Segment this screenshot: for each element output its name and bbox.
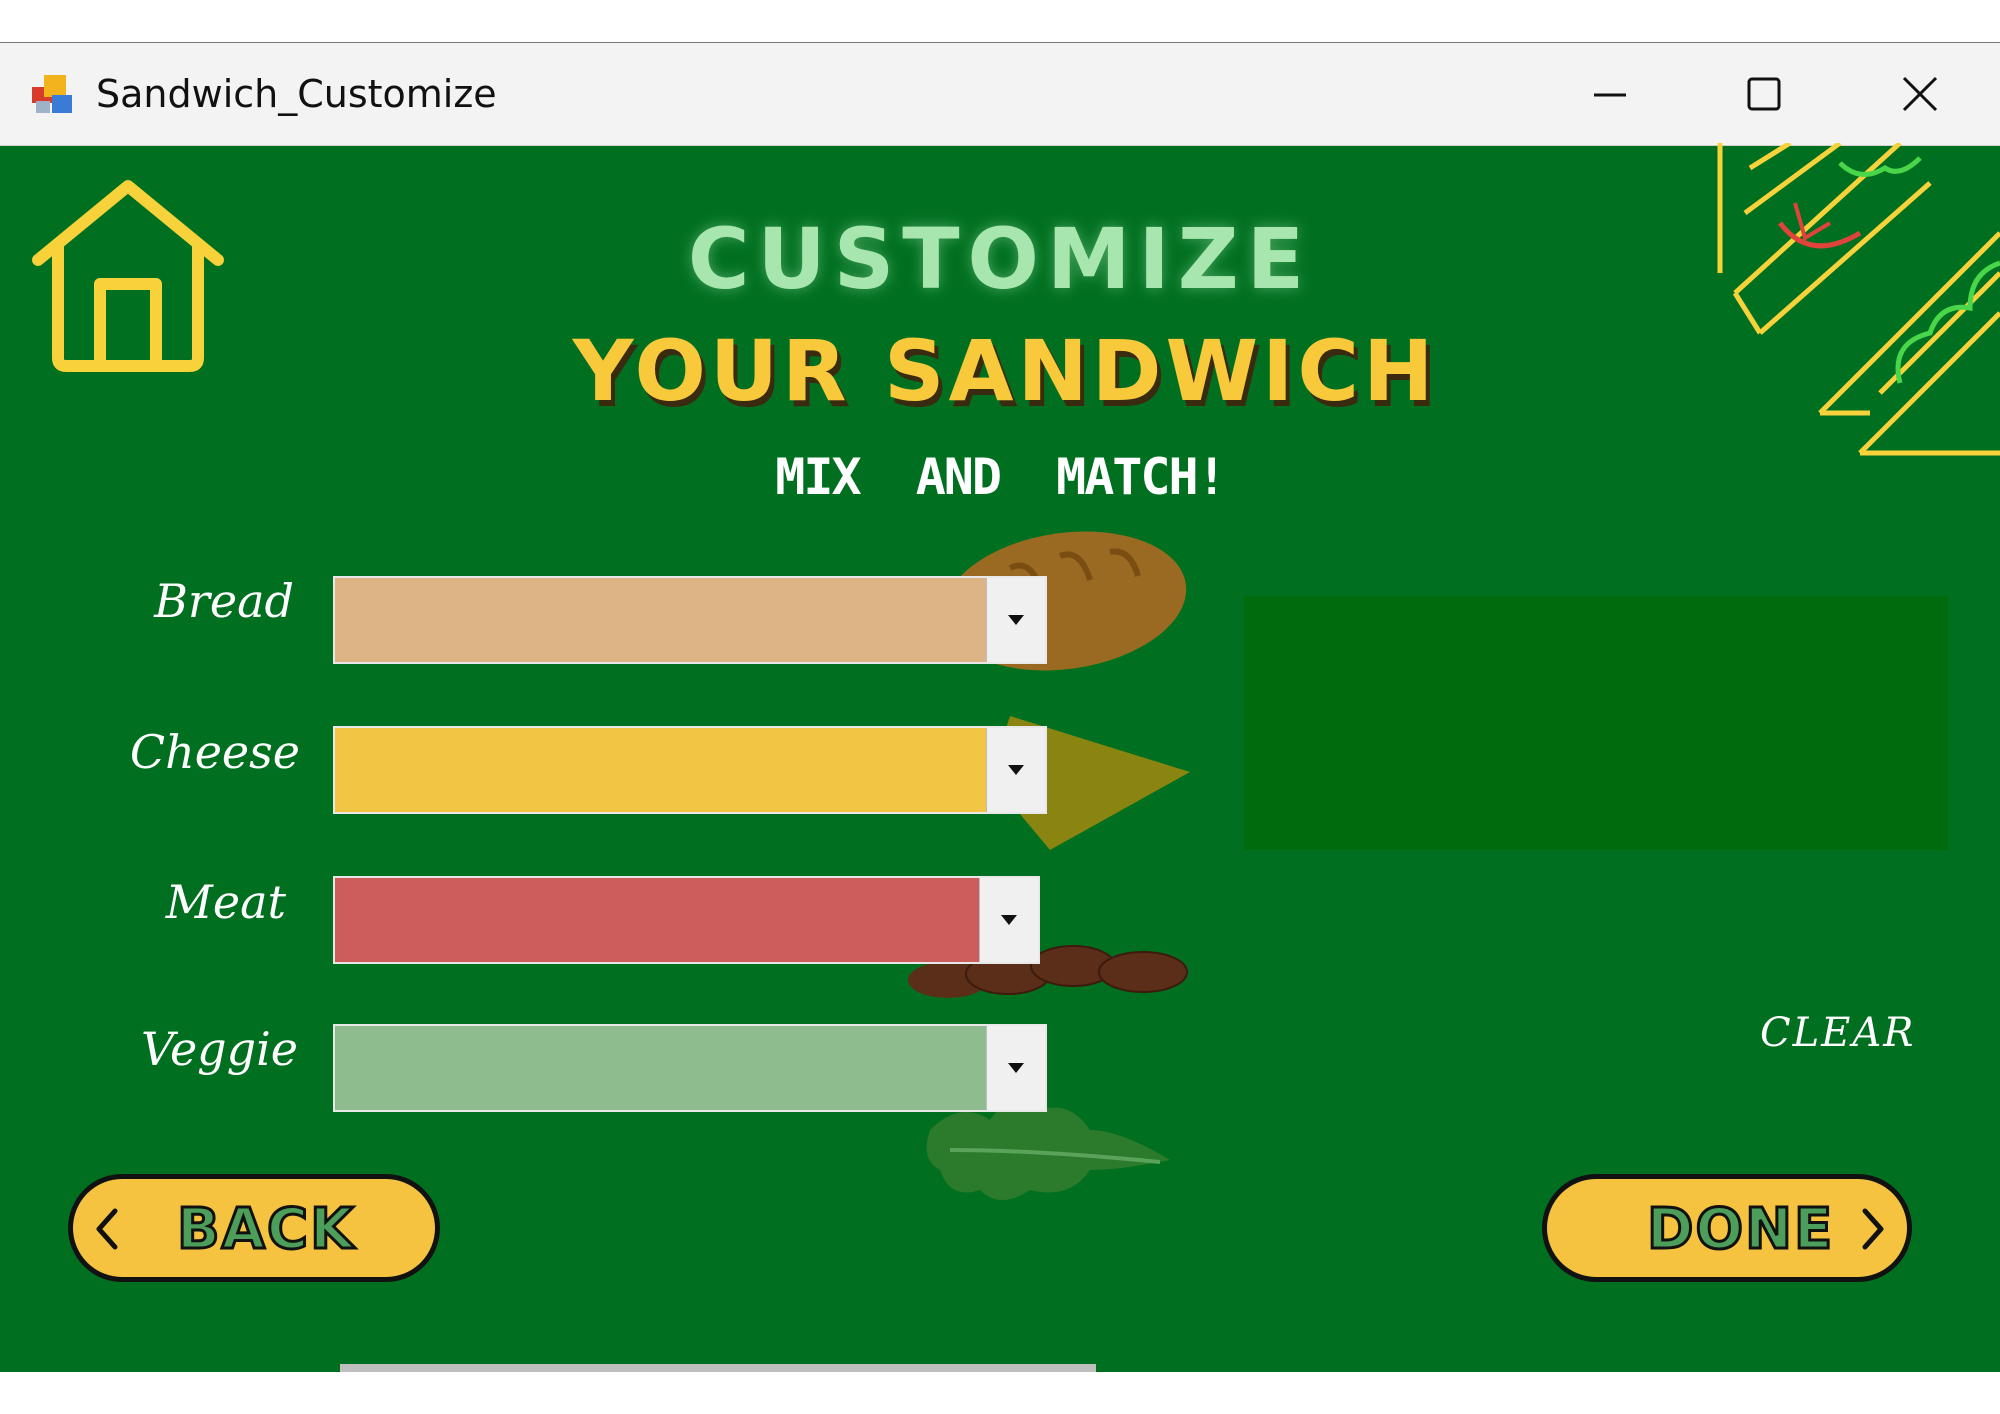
maximize-button[interactable] [1714,65,1814,125]
chevron-down-icon [1008,765,1024,775]
app-icon [32,75,72,113]
meat-dropdown[interactable] [333,876,1040,964]
maximize-icon [1747,77,1781,111]
back-button-label: BACK [176,1196,356,1264]
heading-customize: CUSTOMIZE [687,210,1313,308]
done-button-label: DONE [1645,1196,1835,1264]
heading-mix-and-match: MIX AND MATCH! [775,448,1226,506]
back-button[interactable]: BACK [68,1174,440,1282]
done-button[interactable]: DONE [1542,1174,1912,1282]
minimize-button[interactable] [1560,65,1660,125]
cheese-dropdown[interactable] [333,726,1047,814]
close-button[interactable] [1870,65,1970,125]
close-icon [1902,76,1938,112]
sandwich-lineart-decoration [1717,143,2000,456]
cheese-dropdown-arrow[interactable] [986,728,1045,812]
window-title: Sandwich_Customize [96,72,497,116]
title-bar: Sandwich_Customize [0,43,2000,146]
clear-button[interactable]: CLEAR [1760,1010,1915,1056]
bread-dropdown-arrow[interactable] [986,578,1045,662]
horizontal-scrollbar[interactable] [340,1364,1096,1372]
heading-your-sandwich: YOUR SANDWICH [572,322,1438,420]
chevron-down-icon [1001,915,1017,925]
cheese-label: Cheese [129,725,300,779]
veggie-dropdown-arrow[interactable] [986,1026,1045,1110]
bread-dropdown[interactable] [333,576,1047,664]
sandwich-preview-box [1244,596,1948,850]
veggie-label: Veggie [140,1022,298,1076]
minimize-icon [1594,93,1626,97]
bread-label: Bread [154,574,294,628]
chevron-down-icon [1008,615,1024,625]
meat-dropdown-arrow[interactable] [979,878,1038,962]
chevron-right-icon [1862,1208,1884,1250]
veggie-dropdown[interactable] [333,1024,1047,1112]
chevron-left-icon [96,1208,118,1250]
chevron-down-icon [1008,1063,1024,1073]
meat-label: Meat [165,875,286,929]
